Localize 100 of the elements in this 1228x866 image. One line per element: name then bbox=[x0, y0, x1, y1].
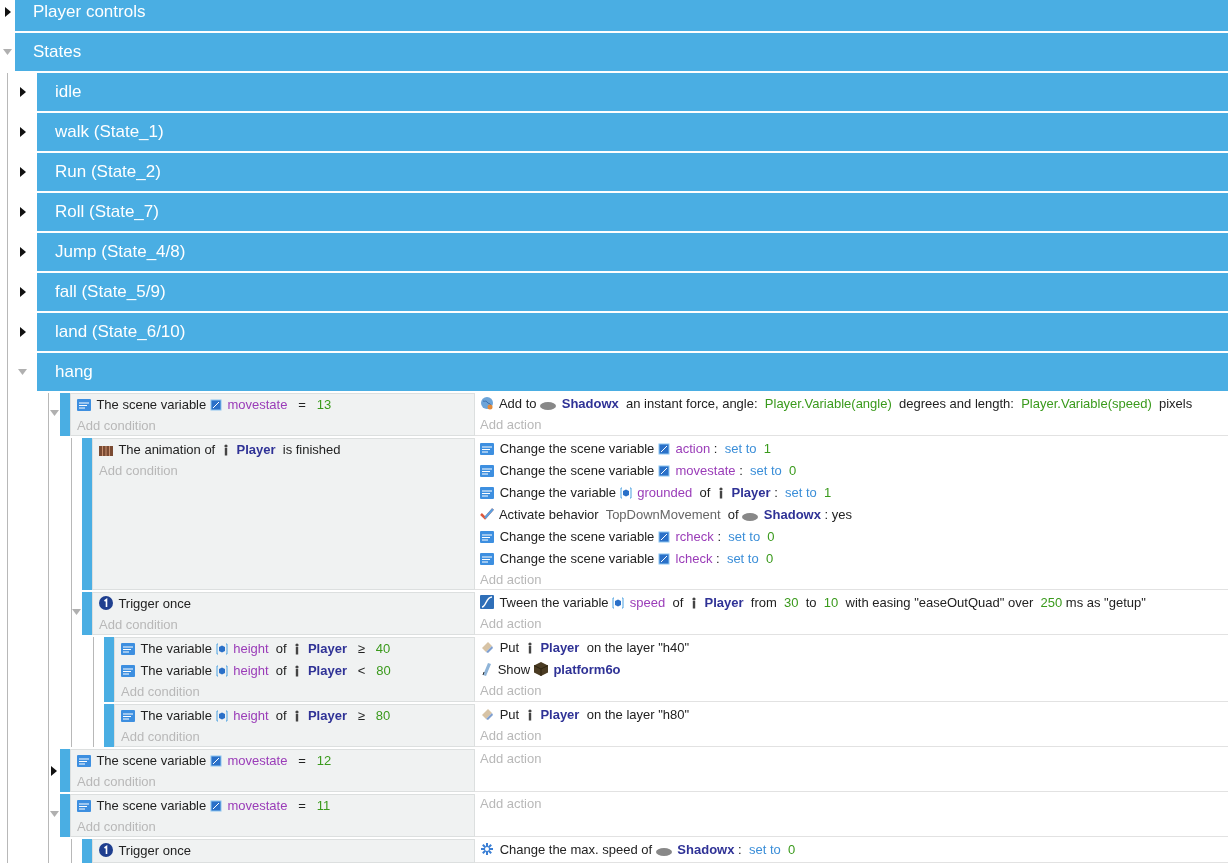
operation-text: set to bbox=[726, 551, 760, 566]
add-condition-link[interactable]: Add condition bbox=[99, 461, 474, 480]
object-name: Shadowx bbox=[561, 396, 619, 411]
action-text: Change the scene variable bbox=[499, 463, 656, 478]
group-header[interactable]: Player controls bbox=[15, 0, 1228, 31]
operation-text: set to bbox=[748, 842, 782, 857]
caret-right-icon[interactable] bbox=[19, 247, 26, 257]
caret-right-icon[interactable] bbox=[19, 87, 26, 97]
group-header[interactable]: hang bbox=[37, 353, 1228, 391]
variable-name: speed bbox=[629, 595, 666, 610]
value-text: 40 bbox=[375, 641, 391, 656]
add-condition-link[interactable]: Add condition bbox=[77, 416, 474, 435]
add-condition-link[interactable]: Add condition bbox=[99, 615, 474, 634]
group-header[interactable]: walk (State_1) bbox=[37, 113, 1228, 151]
action-text: on the layer "h40" bbox=[585, 640, 690, 655]
add-condition-link[interactable]: Add condition bbox=[77, 772, 474, 791]
add-action-link[interactable]: Add action bbox=[480, 614, 1224, 633]
action-text: Put bbox=[499, 640, 521, 655]
value-text: Player.Variable(speed) bbox=[1021, 396, 1152, 411]
condition-text: The scene variable bbox=[96, 753, 208, 768]
caret-down-icon[interactable] bbox=[71, 609, 81, 616]
group-header[interactable]: States bbox=[15, 33, 1228, 71]
action-text: pixels bbox=[1158, 396, 1193, 411]
caret-down-icon[interactable] bbox=[3, 48, 12, 56]
group-header[interactable]: idle bbox=[37, 73, 1228, 111]
variable-icon bbox=[209, 399, 222, 411]
add-action-link[interactable]: Add action bbox=[480, 681, 1224, 700]
add-action-link[interactable]: Add action bbox=[480, 726, 1224, 745]
add-action-link[interactable]: Add action bbox=[480, 794, 1224, 813]
add-condition-link[interactable]: Add condition bbox=[121, 682, 474, 701]
variable-name: rcheck bbox=[675, 529, 714, 544]
action-text: Put bbox=[499, 707, 521, 722]
action-text: ms as "getup" bbox=[1065, 595, 1146, 610]
add-condition-link[interactable]: Add condition bbox=[121, 727, 474, 746]
group-header[interactable]: Run (State_2) bbox=[37, 153, 1228, 191]
variable-name: movestate bbox=[227, 397, 288, 412]
group-header[interactable]: land (State_6/10) bbox=[37, 313, 1228, 351]
add-action-link[interactable]: Add action bbox=[480, 415, 1224, 434]
variable-icon bbox=[77, 755, 91, 767]
value-text: 1 bbox=[824, 485, 832, 500]
variable-icon bbox=[480, 465, 494, 477]
value-text: 0 bbox=[767, 529, 775, 544]
value-text: 80 bbox=[375, 708, 391, 723]
variable-icon bbox=[77, 399, 91, 411]
object-name: Player bbox=[236, 442, 276, 457]
action-text: : bbox=[716, 551, 721, 566]
value-text: 30 bbox=[784, 595, 799, 610]
value-text: 1 bbox=[763, 441, 771, 456]
variable-icon bbox=[77, 800, 91, 812]
condition-text: The scene variable bbox=[96, 798, 208, 813]
action-text: of bbox=[698, 485, 712, 500]
variable-icon bbox=[657, 443, 670, 455]
caret-right-icon[interactable] bbox=[51, 766, 57, 776]
condition-text: is finished bbox=[281, 442, 341, 457]
condition-text: = bbox=[297, 798, 307, 813]
snowflake-icon bbox=[480, 842, 494, 856]
action-text: Show bbox=[497, 662, 532, 677]
action-text: to bbox=[804, 595, 818, 610]
add-action-link[interactable]: Add action bbox=[480, 570, 1224, 589]
condition-text: of bbox=[274, 708, 288, 723]
action-text: : bbox=[738, 842, 743, 857]
caret-down-icon[interactable] bbox=[49, 410, 59, 417]
figure-icon bbox=[526, 642, 533, 654]
caret-down-icon[interactable] bbox=[49, 811, 59, 818]
operation-text: set to bbox=[724, 441, 758, 456]
caret-down-icon[interactable] bbox=[18, 368, 27, 376]
object-name: platform6o bbox=[553, 662, 621, 677]
object-name: Player bbox=[540, 640, 580, 655]
operation-text: set to bbox=[728, 529, 762, 544]
add-condition-link[interactable]: Add condition bbox=[77, 817, 474, 836]
add-action-link[interactable]: Add action bbox=[480, 749, 1224, 768]
caret-right-icon[interactable] bbox=[19, 207, 26, 217]
caret-right-icon[interactable] bbox=[19, 287, 26, 297]
variable-icon bbox=[480, 531, 494, 543]
condition-text: = bbox=[297, 397, 307, 412]
group-header[interactable]: Roll (State_7) bbox=[37, 193, 1228, 231]
action-text: Change the variable bbox=[499, 485, 617, 500]
caret-right-icon[interactable] bbox=[19, 167, 26, 177]
variable-icon bbox=[480, 443, 494, 455]
value-text: 80 bbox=[376, 663, 391, 678]
value-text: 13 bbox=[316, 397, 332, 412]
caret-right-icon[interactable] bbox=[4, 7, 11, 17]
object-name: Player bbox=[307, 663, 347, 678]
value-text: 11 bbox=[316, 798, 331, 813]
action-text: from bbox=[749, 595, 778, 610]
group-header[interactable]: Jump (State_4/8) bbox=[37, 233, 1228, 271]
variable-name: movestate bbox=[675, 463, 736, 478]
check-mark-icon bbox=[480, 507, 494, 521]
caret-right-icon[interactable] bbox=[19, 327, 26, 337]
film-strip-icon bbox=[99, 446, 113, 456]
condition-text: = bbox=[297, 753, 307, 768]
action-text: Tween the variable bbox=[499, 595, 610, 610]
figure-icon bbox=[690, 597, 697, 609]
caret-right-icon[interactable] bbox=[19, 127, 26, 137]
condition-text: The variable bbox=[140, 663, 213, 678]
action-text: : yes bbox=[824, 507, 853, 522]
group-header[interactable]: fall (State_5/9) bbox=[37, 273, 1228, 311]
action-text: an instant force, angle: bbox=[625, 396, 759, 411]
action-text: : bbox=[739, 463, 744, 478]
action-text: Activate behavior bbox=[498, 507, 600, 522]
